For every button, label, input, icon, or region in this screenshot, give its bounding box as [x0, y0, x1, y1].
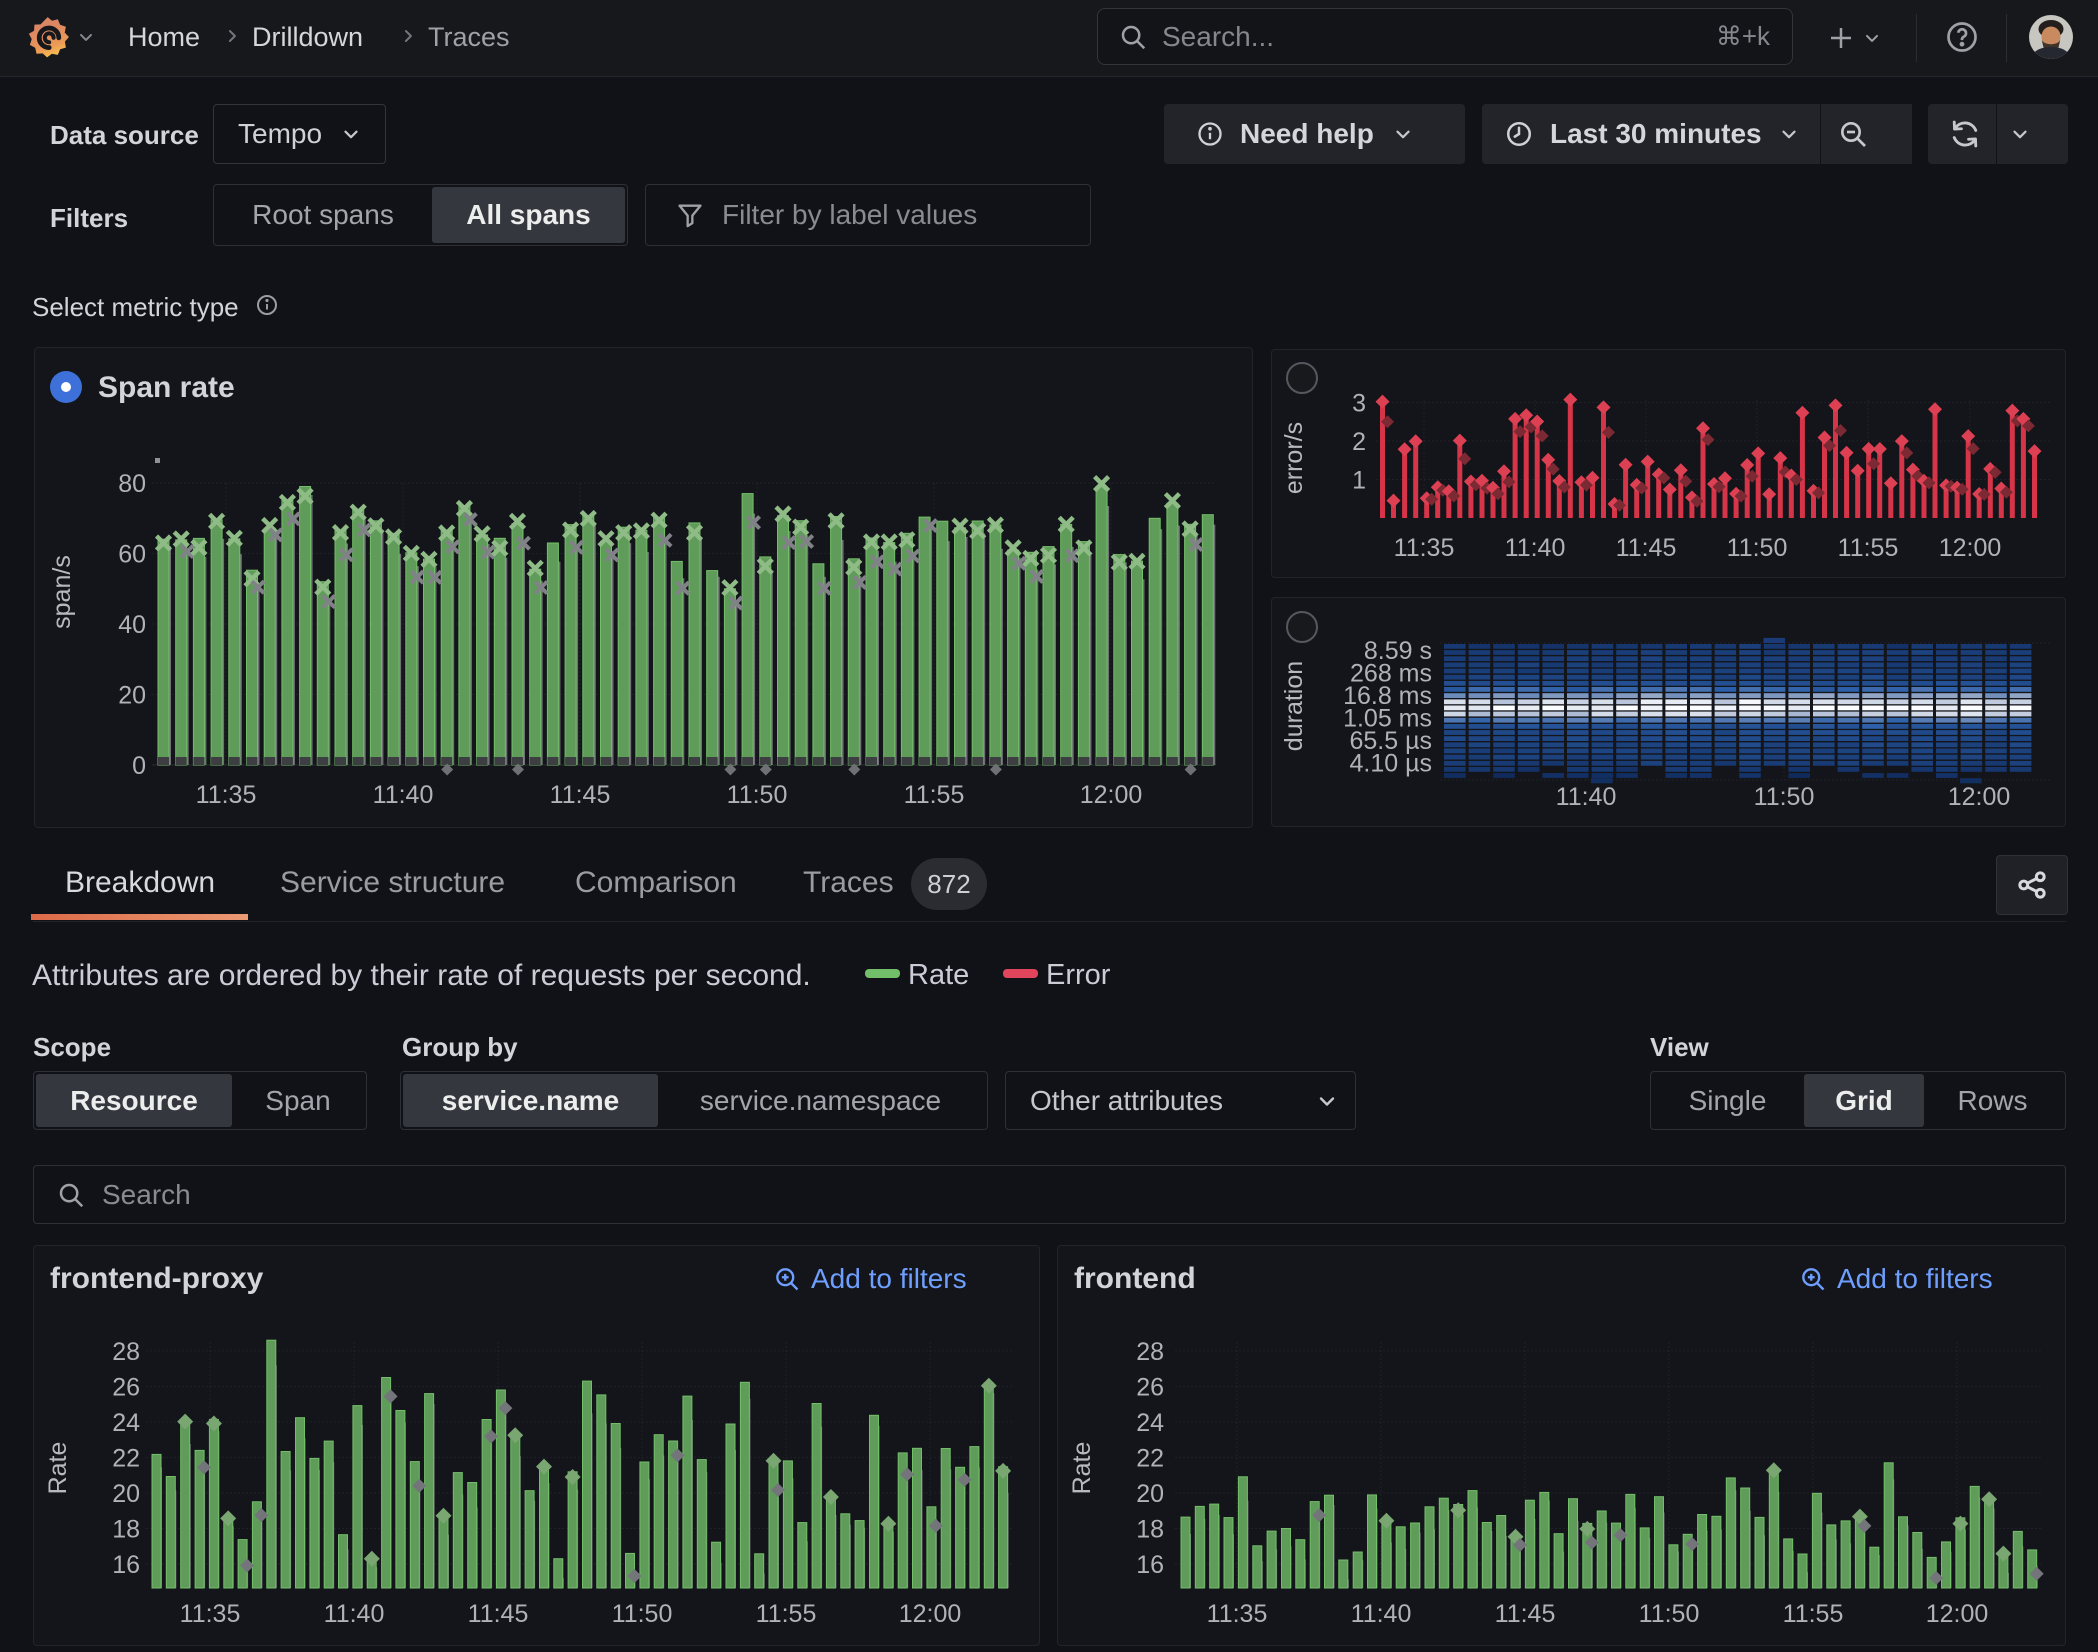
svg-text:18: 18 [1136, 1516, 1164, 1544]
svg-text:24: 24 [112, 1409, 140, 1437]
svg-text:20: 20 [112, 1480, 140, 1508]
svg-text:16: 16 [112, 1551, 140, 1579]
svg-text:11:55: 11:55 [1783, 1600, 1844, 1628]
svg-text:11:50: 11:50 [612, 1600, 673, 1628]
svg-text:Rate: Rate [1068, 1442, 1096, 1495]
svg-text:24: 24 [1136, 1409, 1164, 1437]
svg-text:28: 28 [1136, 1338, 1164, 1366]
svg-text:11:35: 11:35 [1207, 1600, 1268, 1628]
svg-text:26: 26 [112, 1373, 140, 1401]
svg-text:18: 18 [112, 1516, 140, 1544]
svg-text:11:45: 11:45 [468, 1600, 529, 1628]
svg-text:28: 28 [112, 1338, 140, 1366]
svg-text:11:40: 11:40 [1351, 1600, 1412, 1628]
svg-text:11:40: 11:40 [324, 1600, 385, 1628]
svg-text:11:55: 11:55 [756, 1600, 817, 1628]
svg-text:16: 16 [1136, 1551, 1164, 1579]
svg-text:11:50: 11:50 [1639, 1600, 1700, 1628]
svg-text:20: 20 [1136, 1480, 1164, 1508]
svg-text:12:00: 12:00 [899, 1600, 962, 1628]
svg-text:11:45: 11:45 [1495, 1600, 1556, 1628]
svg-text:11:35: 11:35 [180, 1600, 241, 1628]
svg-text:26: 26 [1136, 1373, 1164, 1401]
svg-text:12:00: 12:00 [1926, 1600, 1989, 1628]
svg-text:Rate: Rate [44, 1442, 72, 1495]
svg-text:22: 22 [1136, 1444, 1164, 1472]
svg-text:22: 22 [112, 1444, 140, 1472]
